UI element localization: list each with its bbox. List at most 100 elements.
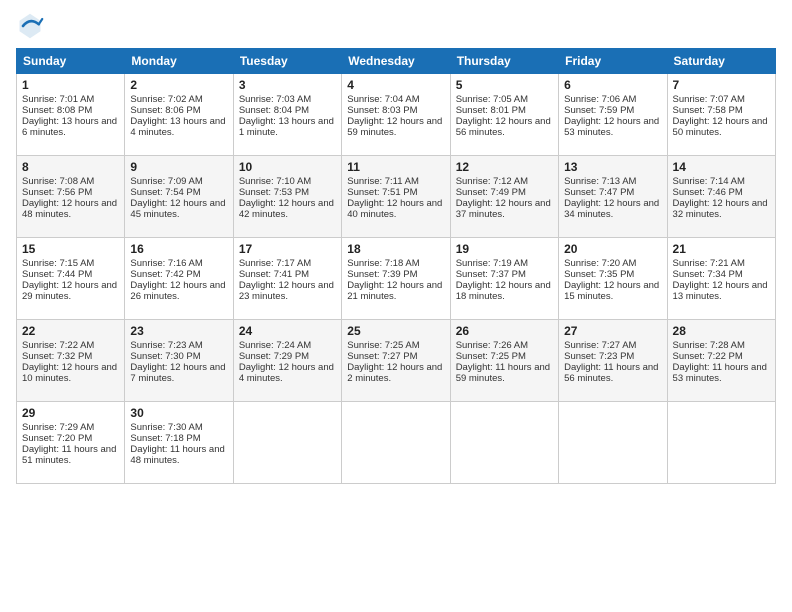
day-number: 28	[673, 324, 770, 338]
calendar-cell: 11Sunrise: 7:11 AMSunset: 7:51 PMDayligh…	[342, 156, 450, 238]
col-wednesday: Wednesday	[342, 49, 450, 74]
logo-icon	[16, 12, 44, 40]
sunrise: Sunrise: 7:18 AM	[347, 258, 419, 269]
sunrise: Sunrise: 7:15 AM	[22, 258, 94, 269]
day-number: 26	[456, 324, 553, 338]
daylight: Daylight: 12 hours and 26 minutes.	[130, 280, 225, 302]
col-thursday: Thursday	[450, 49, 558, 74]
daylight: Daylight: 12 hours and 7 minutes.	[130, 362, 225, 384]
day-number: 22	[22, 324, 119, 338]
day-number: 16	[130, 242, 227, 256]
daylight: Daylight: 12 hours and 32 minutes.	[673, 198, 768, 220]
calendar-cell: 14Sunrise: 7:14 AMSunset: 7:46 PMDayligh…	[667, 156, 775, 238]
col-tuesday: Tuesday	[233, 49, 341, 74]
day-number: 7	[673, 78, 770, 92]
calendar-cell	[342, 402, 450, 484]
calendar-page: Sunday Monday Tuesday Wednesday Thursday…	[0, 0, 792, 612]
sunset: Sunset: 7:25 PM	[456, 351, 526, 362]
sunset: Sunset: 8:04 PM	[239, 105, 309, 116]
col-saturday: Saturday	[667, 49, 775, 74]
day-number: 3	[239, 78, 336, 92]
daylight: Daylight: 12 hours and 48 minutes.	[22, 198, 117, 220]
day-number: 21	[673, 242, 770, 256]
calendar-cell: 22Sunrise: 7:22 AMSunset: 7:32 PMDayligh…	[17, 320, 125, 402]
calendar-cell: 10Sunrise: 7:10 AMSunset: 7:53 PMDayligh…	[233, 156, 341, 238]
sunrise: Sunrise: 7:21 AM	[673, 258, 745, 269]
sunset: Sunset: 7:53 PM	[239, 187, 309, 198]
sunset: Sunset: 8:03 PM	[347, 105, 417, 116]
calendar-week-row: 1Sunrise: 7:01 AMSunset: 8:08 PMDaylight…	[17, 74, 776, 156]
logo	[16, 12, 46, 40]
sunset: Sunset: 7:20 PM	[22, 433, 92, 444]
daylight: Daylight: 12 hours and 21 minutes.	[347, 280, 442, 302]
calendar-week-row: 22Sunrise: 7:22 AMSunset: 7:32 PMDayligh…	[17, 320, 776, 402]
daylight: Daylight: 12 hours and 59 minutes.	[347, 116, 442, 138]
calendar-cell: 25Sunrise: 7:25 AMSunset: 7:27 PMDayligh…	[342, 320, 450, 402]
sunrise: Sunrise: 7:13 AM	[564, 176, 636, 187]
daylight: Daylight: 12 hours and 10 minutes.	[22, 362, 117, 384]
daylight: Daylight: 12 hours and 40 minutes.	[347, 198, 442, 220]
day-number: 6	[564, 78, 661, 92]
sunrise: Sunrise: 7:11 AM	[347, 176, 419, 187]
day-number: 4	[347, 78, 444, 92]
sunrise: Sunrise: 7:30 AM	[130, 422, 202, 433]
day-number: 18	[347, 242, 444, 256]
sunrise: Sunrise: 7:26 AM	[456, 340, 528, 351]
day-number: 5	[456, 78, 553, 92]
daylight: Daylight: 11 hours and 51 minutes.	[22, 444, 116, 466]
calendar-cell	[450, 402, 558, 484]
day-number: 2	[130, 78, 227, 92]
sunrise: Sunrise: 7:24 AM	[239, 340, 311, 351]
sunrise: Sunrise: 7:07 AM	[673, 94, 745, 105]
daylight: Daylight: 13 hours and 1 minute.	[239, 116, 334, 138]
sunset: Sunset: 8:08 PM	[22, 105, 92, 116]
daylight: Daylight: 12 hours and 23 minutes.	[239, 280, 334, 302]
calendar-cell: 21 Sunrise: 7:21 AMSunset: 7:34 PMDayligh…	[667, 238, 775, 320]
calendar-cell: 17Sunrise: 7:17 AMSunset: 7:41 PMDayligh…	[233, 238, 341, 320]
calendar-week-row: 8Sunrise: 7:08 AMSunset: 7:56 PMDaylight…	[17, 156, 776, 238]
day-number: 9	[130, 160, 227, 174]
calendar-cell: 16Sunrise: 7:16 AMSunset: 7:42 PMDayligh…	[125, 238, 233, 320]
calendar-week-row: 15Sunrise: 7:15 AMSunset: 7:44 PMDayligh…	[17, 238, 776, 320]
sunset: Sunset: 7:34 PM	[673, 269, 743, 280]
daylight: Daylight: 11 hours and 48 minutes.	[130, 444, 224, 466]
sunrise: Sunrise: 7:28 AM	[673, 340, 745, 351]
day-number: 11	[347, 160, 444, 174]
calendar-cell: 24Sunrise: 7:24 AMSunset: 7:29 PMDayligh…	[233, 320, 341, 402]
calendar-cell: 15Sunrise: 7:15 AMSunset: 7:44 PMDayligh…	[17, 238, 125, 320]
day-number: 25	[347, 324, 444, 338]
sunset: Sunset: 7:27 PM	[347, 351, 417, 362]
calendar-cell: 2Sunrise: 7:02 AMSunset: 8:06 PMDaylight…	[125, 74, 233, 156]
calendar-cell: 9Sunrise: 7:09 AMSunset: 7:54 PMDaylight…	[125, 156, 233, 238]
calendar-cell: 18Sunrise: 7:18 AMSunset: 7:39 PMDayligh…	[342, 238, 450, 320]
calendar-cell	[233, 402, 341, 484]
sunset: Sunset: 7:32 PM	[22, 351, 92, 362]
sunrise: Sunrise: 7:08 AM	[22, 176, 94, 187]
day-number: 1	[22, 78, 119, 92]
col-friday: Friday	[559, 49, 667, 74]
day-number: 13	[564, 160, 661, 174]
calendar-cell: 28Sunrise: 7:28 AMSunset: 7:22 PMDayligh…	[667, 320, 775, 402]
calendar-cell: 4Sunrise: 7:04 AMSunset: 8:03 PMDaylight…	[342, 74, 450, 156]
daylight: Daylight: 12 hours and 42 minutes.	[239, 198, 334, 220]
sunset: Sunset: 7:30 PM	[130, 351, 200, 362]
day-number: 19	[456, 242, 553, 256]
sunrise: Sunrise: 7:12 AM	[456, 176, 528, 187]
sunset: Sunset: 7:58 PM	[673, 105, 743, 116]
daylight: Daylight: 11 hours and 59 minutes.	[456, 362, 550, 384]
day-number: 20	[564, 242, 661, 256]
sunset: Sunset: 7:44 PM	[22, 269, 92, 280]
calendar-cell: 8Sunrise: 7:08 AMSunset: 7:56 PMDaylight…	[17, 156, 125, 238]
daylight: Daylight: 12 hours and 50 minutes.	[673, 116, 768, 138]
sunset: Sunset: 7:59 PM	[564, 105, 634, 116]
sunrise: Sunrise: 7:17 AM	[239, 258, 311, 269]
daylight: Daylight: 13 hours and 4 minutes.	[130, 116, 225, 138]
calendar-cell: 6Sunrise: 7:06 AMSunset: 7:59 PMDaylight…	[559, 74, 667, 156]
sunset: Sunset: 8:06 PM	[130, 105, 200, 116]
sunrise: Sunrise: 7:29 AM	[22, 422, 94, 433]
calendar-week-row: 29Sunrise: 7:29 AMSunset: 7:20 PMDayligh…	[17, 402, 776, 484]
daylight: Daylight: 12 hours and 53 minutes.	[564, 116, 659, 138]
day-number: 8	[22, 160, 119, 174]
daylight: Daylight: 12 hours and 2 minutes.	[347, 362, 442, 384]
daylight: Daylight: 12 hours and 13 minutes.	[673, 280, 768, 302]
